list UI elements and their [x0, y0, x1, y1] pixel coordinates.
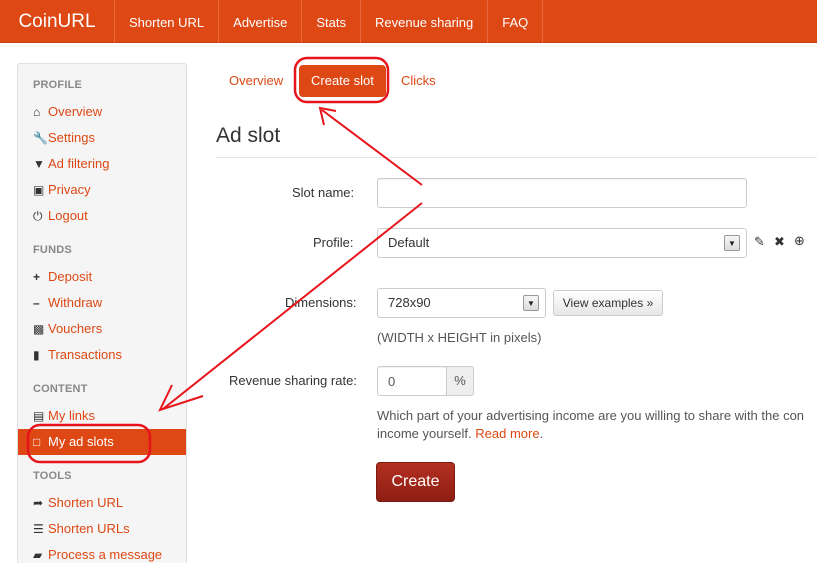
- sidebar-item-label: Settings: [48, 130, 95, 145]
- dimensions-select-value: 728x90: [388, 295, 431, 310]
- arrow-to-create-slot: [321, 109, 423, 186]
- sidebar-item-deposit[interactable]: + Deposit: [18, 264, 186, 290]
- main-nav: Shorten URL Advertise Stats Revenue shar…: [115, 0, 544, 43]
- page-title: Ad slot: [216, 124, 281, 147]
- sidebar-item-label: Logout: [48, 208, 88, 223]
- title-divider: [216, 157, 817, 158]
- nav-advertise[interactable]: Advertise: [219, 0, 303, 43]
- view-examples-button[interactable]: View examples »: [553, 290, 663, 316]
- chevron-down-icon: ▼: [724, 235, 740, 251]
- sidebar-item-shorten-urls[interactable]: ☰ Shorten URLs: [18, 516, 186, 542]
- arrowhead-create-slot: [318, 106, 337, 126]
- nav-stats[interactable]: Stats: [302, 0, 361, 43]
- tab-clicks[interactable]: Clicks: [401, 65, 436, 97]
- sidebar-item-label: Overview: [48, 104, 103, 119]
- wrench-icon: 🔧: [33, 131, 48, 145]
- read-more-link[interactable]: Read more: [475, 426, 539, 441]
- sidebar-item-label: Privacy: [48, 182, 91, 197]
- sidebar-header-tools: TOOLS: [33, 470, 72, 482]
- share-icon: ➦: [33, 496, 44, 510]
- comment-icon: ▰: [33, 548, 43, 562]
- list-icon: ▤: [33, 409, 45, 423]
- revenue-rate-input[interactable]: [377, 366, 447, 396]
- home-icon: ⌂: [33, 105, 41, 119]
- profile-select-value: Default: [388, 235, 430, 250]
- dimensions-label: Dimensions:: [285, 295, 357, 310]
- sidebar-item-label: Transactions: [48, 347, 122, 362]
- sidebar-item-ad-filtering[interactable]: ▼ Ad filtering: [18, 151, 186, 177]
- revenue-help-text: income yourself.: [377, 426, 472, 441]
- sidebar-item-withdraw[interactable]: – Withdraw: [18, 290, 186, 316]
- file-icon: □: [33, 435, 41, 449]
- dimensions-help-text: (WIDTH x HEIGHT in pixels): [377, 330, 542, 345]
- pencil-icon[interactable]: ✎: [754, 235, 765, 249]
- nav-shorten-url[interactable]: Shorten URL: [115, 0, 220, 43]
- sidebar-header-funds: FUNDS: [33, 244, 72, 256]
- create-button[interactable]: Create: [376, 462, 455, 502]
- sidebar-item-label: My ad slots: [48, 434, 114, 449]
- sidebar-header-content: CONTENT: [33, 383, 88, 395]
- tab-overview[interactable]: Overview: [229, 65, 283, 97]
- filter-icon: ▼: [33, 157, 45, 171]
- plus-icon: +: [33, 270, 41, 284]
- sidebar-item-my-ad-slots[interactable]: □ My ad slots: [18, 429, 186, 455]
- sidebar-item-label: Shorten URL: [48, 495, 124, 510]
- percent-addon: %: [447, 366, 474, 396]
- revenue-help-end: .: [539, 426, 544, 441]
- slot-name-label: Slot name:: [292, 185, 355, 200]
- sidebar-item-logout[interactable]: ⏻ Logout: [18, 203, 186, 229]
- sidebar-item-shorten-url[interactable]: ➦ Shorten URL: [18, 490, 186, 516]
- slot-name-input[interactable]: [377, 178, 747, 208]
- minus-icon: –: [33, 296, 40, 310]
- list-icon: ☰: [33, 522, 44, 536]
- book-icon: ▮: [33, 348, 40, 362]
- sidebar-item-label: Shorten URLs: [48, 521, 130, 536]
- sidebar-item-settings[interactable]: 🔧Settings: [18, 125, 186, 151]
- top-navbar: CoinURL Shorten URL Advertise Stats Reve…: [0, 0, 817, 43]
- profile-label: Profile:: [313, 235, 354, 250]
- sidebar-item-label: Withdraw: [48, 295, 103, 310]
- add-circle-icon[interactable]: ⊕: [794, 234, 805, 248]
- sidebar-item-overview[interactable]: ⌂ Overview: [18, 99, 186, 125]
- sidebar-item-transactions[interactable]: ▮ Transactions: [18, 342, 186, 368]
- nav-faq[interactable]: FAQ: [488, 0, 544, 43]
- revenue-help-line2: income yourself. Read more.: [377, 426, 543, 441]
- revenue-help-line1: Which part of your advertising income ar…: [377, 408, 805, 423]
- sidebar-item-label: Process a message: [48, 547, 163, 562]
- sidebar-item-label: Ad filtering: [48, 156, 110, 171]
- sidebar: PROFILE ⌂ Overview 🔧Settings ▼ Ad filterin…: [17, 63, 187, 563]
- delete-icon[interactable]: ✖: [774, 235, 785, 249]
- tab-create-slot[interactable]: Create slot: [299, 65, 386, 97]
- sidebar-item-process-message[interactable]: ▰ Process a message: [18, 542, 186, 563]
- sidebar-item-label: Vouchers: [48, 321, 103, 336]
- dimensions-select[interactable]: 728x90 ▼: [377, 288, 546, 318]
- sidebar-item-vouchers[interactable]: ▩ Vouchers: [18, 316, 186, 342]
- sidebar-header-profile: PROFILE: [33, 79, 83, 91]
- brand-logo[interactable]: CoinURL: [0, 0, 115, 43]
- lock-icon: ▣: [33, 183, 45, 197]
- power-icon: ⏻: [33, 209, 43, 223]
- profile-select[interactable]: Default ▼: [377, 228, 747, 258]
- revenue-sharing-label: Revenue sharing rate:: [229, 373, 357, 388]
- gift-icon: ▩: [33, 322, 45, 336]
- sidebar-item-my-links[interactable]: ▤ My links: [18, 403, 186, 429]
- sidebar-item-privacy[interactable]: ▣ Privacy: [18, 177, 186, 203]
- sidebar-item-label: My links: [48, 408, 95, 423]
- chevron-down-icon: ▼: [523, 295, 539, 311]
- nav-revenue-sharing[interactable]: Revenue sharing: [361, 0, 489, 43]
- sidebar-item-label: Deposit: [48, 269, 93, 284]
